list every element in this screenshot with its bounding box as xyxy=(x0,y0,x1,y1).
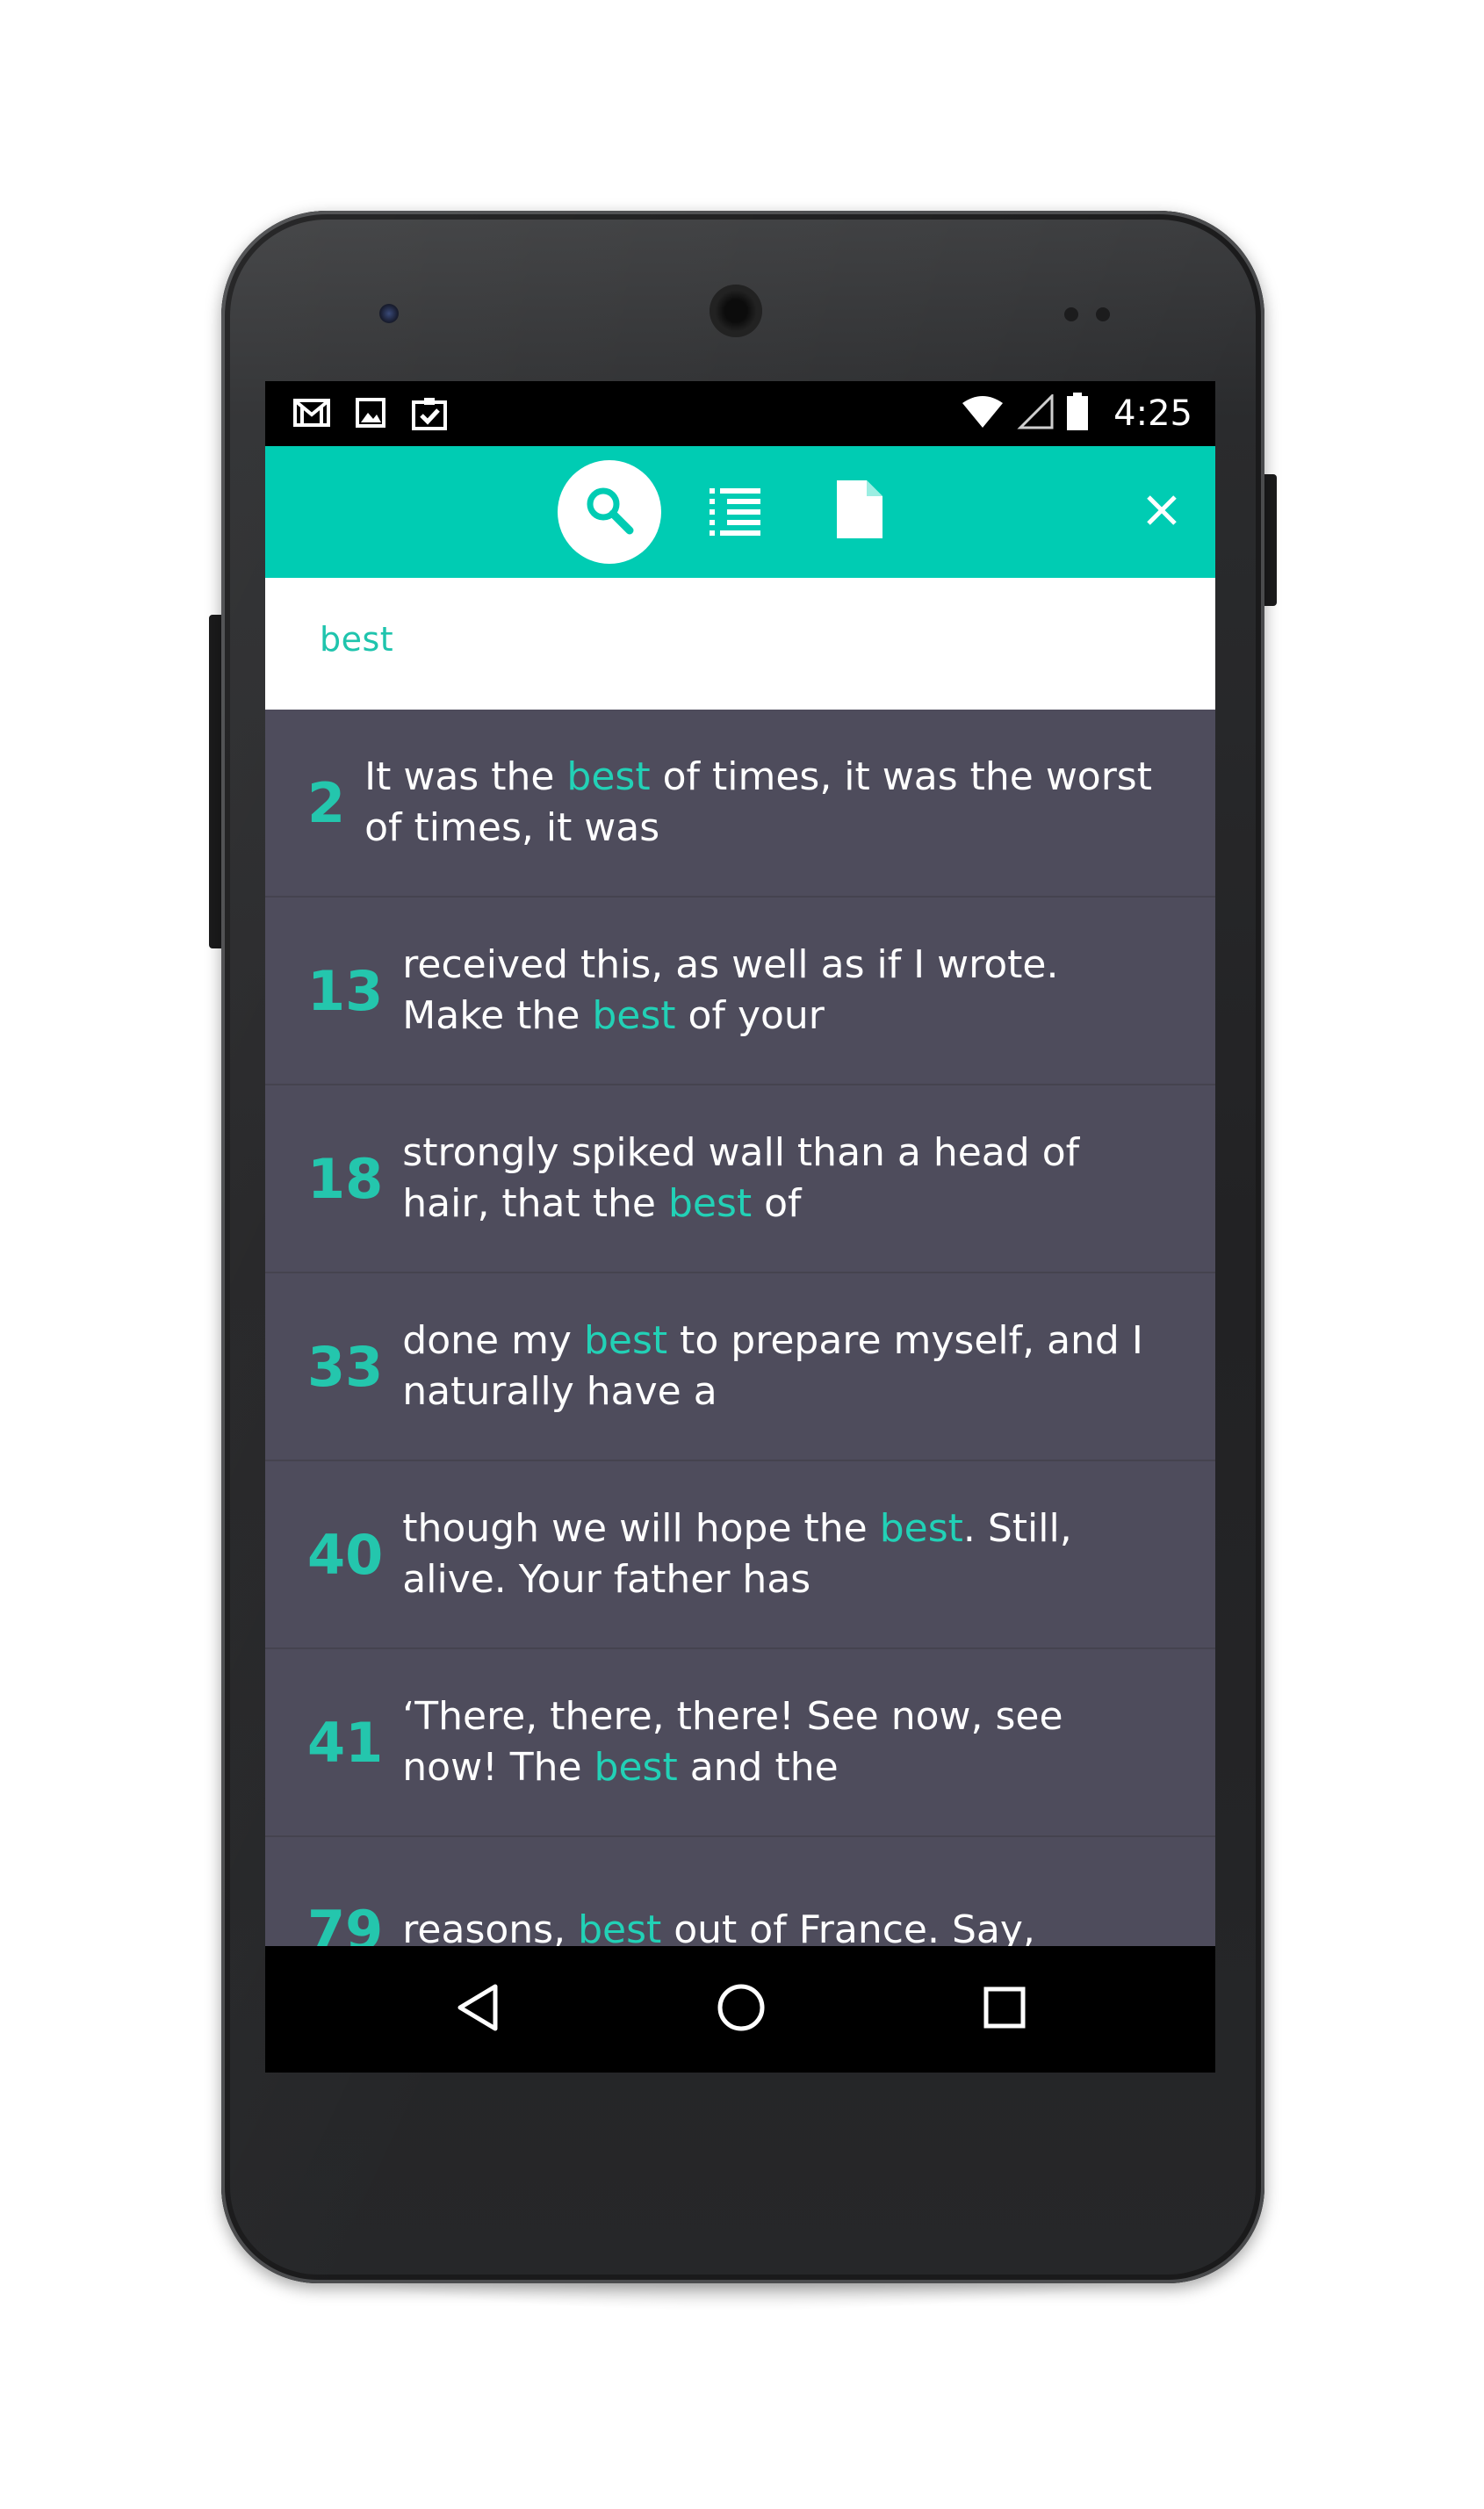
product-render: 4:25 best 2 It was the best of times, it… xyxy=(0,0,1484,2509)
result-row[interactable]: 40 though we will hope the best. Still, … xyxy=(265,1461,1215,1649)
excerpt-highlight: best xyxy=(566,754,651,799)
result-page-number: 2 xyxy=(307,770,346,835)
close-icon xyxy=(1146,494,1178,530)
result-excerpt: done my best to prepare myself, and I na… xyxy=(402,1316,1215,1417)
notification-icons xyxy=(293,395,448,434)
excerpt-after: and the xyxy=(677,1745,839,1790)
earpiece-speaker xyxy=(710,285,762,337)
home-icon xyxy=(715,1981,767,2038)
navigation-bar xyxy=(265,1946,1215,2073)
excerpt-after: of your xyxy=(675,993,825,1038)
battery-icon xyxy=(1066,392,1089,436)
result-row[interactable]: 2 It was the best of times, it was the w… xyxy=(265,710,1215,898)
result-excerpt: received this, as well as if I wrote. Ma… xyxy=(402,940,1215,1042)
result-row[interactable]: 18 strongly spiked wall than a head of h… xyxy=(265,1085,1215,1273)
status-clock: 4:25 xyxy=(1113,393,1192,434)
excerpt-before: done my xyxy=(402,1318,584,1363)
excerpt-highlight: best xyxy=(879,1506,963,1551)
search-tab-button[interactable] xyxy=(558,460,661,564)
close-button[interactable] xyxy=(1142,492,1182,532)
light-sensor xyxy=(1096,307,1110,321)
result-row[interactable]: 41 ‘There, there, there! See now, see no… xyxy=(265,1649,1215,1837)
excerpt-highlight: best xyxy=(583,1318,668,1363)
excerpt-before: though we will hope the xyxy=(402,1506,880,1551)
excerpt-after: of xyxy=(752,1181,802,1226)
document-icon xyxy=(837,479,882,543)
phone-screen: 4:25 best 2 It was the best of times, it… xyxy=(265,381,1215,2073)
result-excerpt: ‘There, there, there! See now, see now! … xyxy=(402,1691,1215,1793)
result-page-number: 40 xyxy=(307,1522,384,1587)
front-camera xyxy=(379,304,399,323)
status-bar: 4:25 xyxy=(265,381,1215,446)
excerpt-highlight: best xyxy=(667,1181,753,1226)
search-query: best xyxy=(320,620,394,659)
wifi-icon xyxy=(961,394,1005,434)
result-row[interactable]: 13 received this, as well as if I wrote.… xyxy=(265,898,1215,1085)
result-page-number: 41 xyxy=(307,1710,384,1775)
signal-icon xyxy=(1017,392,1054,434)
clipboard-check-icon xyxy=(411,395,448,435)
back-icon xyxy=(453,1981,502,2038)
search-icon xyxy=(582,483,637,542)
recents-button[interactable] xyxy=(973,1978,1036,2041)
page-tab-button[interactable] xyxy=(834,479,885,543)
excerpt-highlight: best xyxy=(594,1745,678,1790)
system-indicators: 4:25 xyxy=(961,392,1192,436)
list-icon xyxy=(708,483,762,542)
search-input[interactable]: best xyxy=(265,578,1215,710)
home-button[interactable] xyxy=(710,1978,773,2041)
result-excerpt: It was the best of times, it was the wor… xyxy=(364,752,1215,854)
result-excerpt: though we will hope the best. Still, ali… xyxy=(402,1503,1215,1605)
result-page-number: 33 xyxy=(307,1334,384,1399)
excerpt-before: It was the xyxy=(364,754,567,799)
result-row[interactable]: 33 done my best to prepare myself, and I… xyxy=(265,1273,1215,1461)
result-page-number: 13 xyxy=(307,958,384,1023)
gallery-icon xyxy=(355,397,386,433)
gmail-icon xyxy=(293,397,330,433)
recents-icon xyxy=(982,1985,1027,2035)
result-excerpt: strongly spiked wall than a head of hair… xyxy=(402,1128,1215,1229)
search-results-list: 2 It was the best of times, it was the w… xyxy=(265,710,1215,2025)
excerpt-highlight: best xyxy=(592,993,676,1038)
result-page-number: 18 xyxy=(307,1146,384,1211)
back-button[interactable] xyxy=(446,1978,509,2041)
contents-tab-button[interactable] xyxy=(704,481,766,543)
app-toolbar xyxy=(265,446,1215,578)
proximity-sensor xyxy=(1064,307,1078,321)
